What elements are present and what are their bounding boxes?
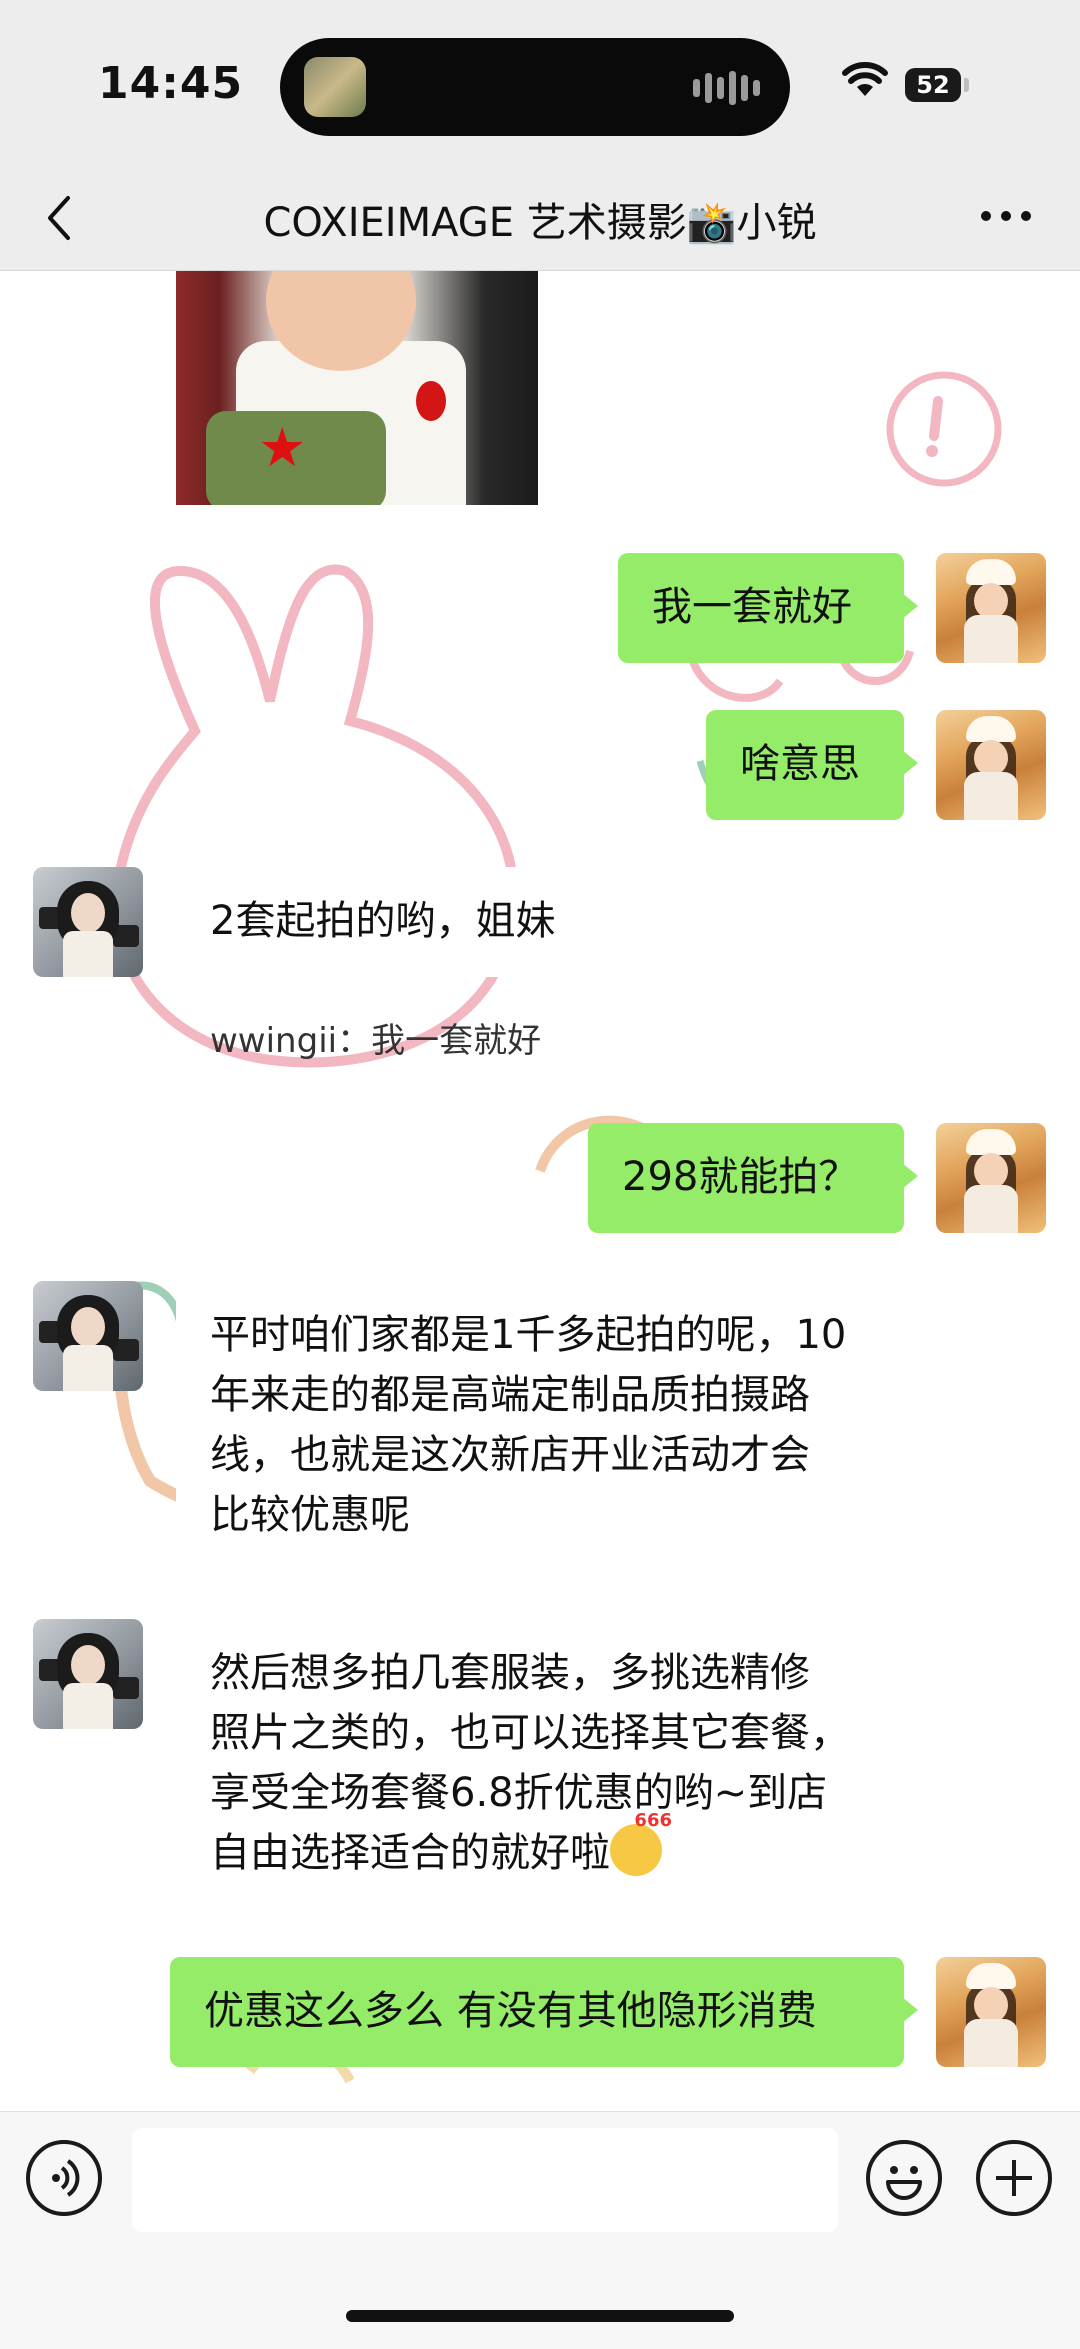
contact-avatar[interactable] xyxy=(33,1619,143,1729)
message-bubble-sent[interactable]: 我一套就好 xyxy=(618,553,918,663)
message-line-with-emoji: 自由选择适合的就好啦 xyxy=(210,1812,870,1883)
contact-avatar[interactable] xyxy=(33,1281,143,1391)
voice-input-button[interactable] xyxy=(26,2140,102,2216)
emoji-button[interactable] xyxy=(866,2140,942,2216)
message-bubble-received[interactable]: 平时咱们家都是1千多起拍的呢，10 年来走的都是高端定制品质拍摄路 线，也就是这… xyxy=(162,1281,904,1571)
message-line: 然后想多拍几套服装，多挑选精修 xyxy=(210,1650,810,1696)
audio-wave-icon xyxy=(693,68,760,108)
message-bubble-received[interactable]: 然后想多拍几套服装，多挑选精修 照片之类的，也可以选择其它套餐， 享受全场套餐6… xyxy=(162,1619,904,1909)
more-options-icon[interactable] xyxy=(976,196,1036,236)
message-line: 照片之类的，也可以选择其它套餐， xyxy=(210,1710,850,1756)
message-line: 平时咱们家都是1千多起拍的呢，10 xyxy=(210,1312,847,1358)
contact-avatar[interactable] xyxy=(33,867,143,977)
battery-level: 52 xyxy=(916,71,950,99)
quoted-message[interactable]: wwingii：我一套就好 xyxy=(210,1013,541,1062)
battery-tip xyxy=(964,78,969,92)
message-bubble-sent[interactable]: 298就能拍？ xyxy=(588,1123,918,1233)
now-playing-artwork xyxy=(304,57,366,117)
battery-icon: 52 xyxy=(905,68,961,102)
image-message[interactable]: ★ xyxy=(176,271,538,505)
smiley-icon xyxy=(886,2166,922,2200)
chat-message-list[interactable]: ★ 我一套就好 啥意思 2套起拍的哟，姐妹 wwingii：我一套就好 298就… xyxy=(0,271,1080,2111)
more-actions-button[interactable] xyxy=(976,2140,1052,2216)
thinking-666-emoji-icon xyxy=(610,1812,672,1876)
message-input[interactable] xyxy=(132,2128,838,2232)
chat-header: COXIEIMAGE 艺术摄影📸小锐 xyxy=(0,170,1080,271)
plus-icon xyxy=(996,2160,1032,2196)
message-line: 享受全场套餐6.8折优惠的哟~到店 xyxy=(210,1770,828,1816)
chat-title: COXIEIMAGE 艺术摄影📸小锐 xyxy=(263,200,817,246)
wifi-icon xyxy=(842,62,888,96)
status-bar: 14:45 52 xyxy=(0,0,1080,170)
voice-wave-icon xyxy=(52,2159,80,2197)
red-flower-badge xyxy=(416,381,446,421)
my-avatar[interactable] xyxy=(936,1123,1046,1233)
status-time: 14:45 xyxy=(98,58,244,109)
message-line: 线，也就是这次新店开业活动才会 xyxy=(210,1432,810,1478)
star-icon: ★ xyxy=(258,416,307,479)
my-avatar[interactable] xyxy=(936,710,1046,820)
message-line: 比较优惠呢 xyxy=(210,1492,410,1538)
message-bubble-received[interactable]: 2套起拍的哟，姐妹 xyxy=(162,867,616,977)
my-avatar[interactable] xyxy=(936,553,1046,663)
message-line: 自由选择适合的就好啦 xyxy=(210,1830,610,1876)
dynamic-island[interactable] xyxy=(280,38,790,136)
home-indicator[interactable] xyxy=(346,2310,734,2322)
my-avatar[interactable] xyxy=(936,1957,1046,2067)
message-bubble-sent[interactable]: 优惠这么多么 有没有其他隐形消费 xyxy=(170,1957,918,2067)
message-bubble-sent[interactable]: 啥意思 xyxy=(706,710,918,820)
message-line: 年来走的都是高端定制品质拍摄路 xyxy=(210,1372,810,1418)
